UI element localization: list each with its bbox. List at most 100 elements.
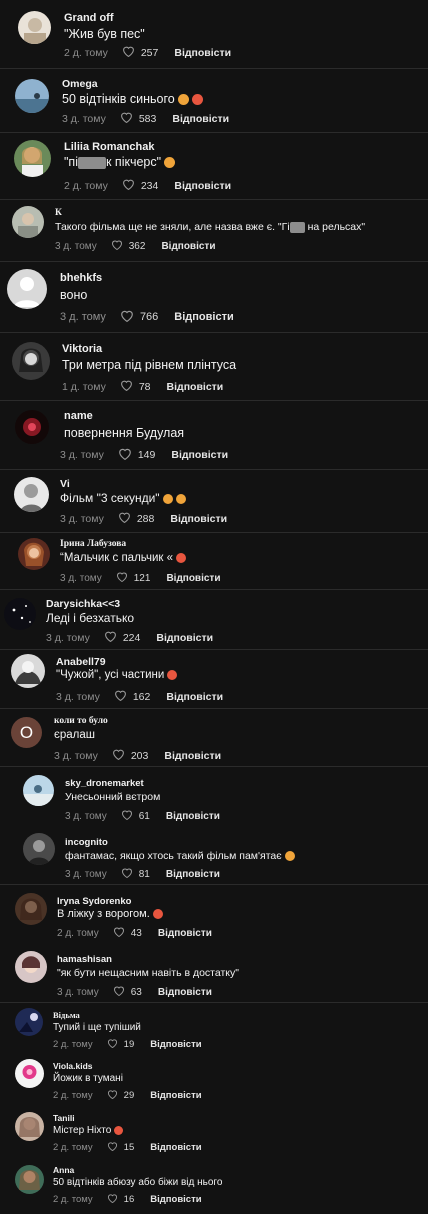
timestamp: 2 д. тому <box>53 1039 93 1050</box>
comment-meta: 1 д. тому 78 Відповісти <box>62 379 223 394</box>
username[interactable]: Iryna Sydorenko <box>57 896 131 907</box>
username[interactable]: sky_dronemarket <box>65 778 144 789</box>
heart-icon[interactable] <box>120 309 134 325</box>
avatar[interactable] <box>15 410 49 444</box>
like-count: 203 <box>130 749 149 762</box>
heart-icon[interactable] <box>120 379 133 394</box>
comment-text: Містер Ніхто <box>53 1125 124 1136</box>
username[interactable]: Ірина Лабузова <box>60 539 126 549</box>
username[interactable]: Anna <box>53 1165 74 1175</box>
comment-meta: 2 д. тому 43 Відповісти <box>57 926 212 940</box>
avatar[interactable] <box>7 269 47 309</box>
username[interactable]: Grand off <box>64 12 114 24</box>
heart-icon[interactable] <box>111 239 123 253</box>
comment-item: incognito фантамас, якщо хтось такий філ… <box>0 825 428 883</box>
reply-button[interactable]: Відповісти <box>172 113 229 125</box>
avatar[interactable] <box>15 893 47 925</box>
reply-button[interactable]: Відповісти <box>158 987 212 998</box>
avatar[interactable] <box>15 1059 44 1088</box>
avatar[interactable] <box>15 1008 43 1036</box>
comment-text-body: Три метра під рівнем плінтуса <box>62 358 237 372</box>
comment-item: bhehkfs воно 3 д. тому 766 Відповісти <box>0 262 428 332</box>
comment-text-body: Містер Ніхто <box>53 1125 112 1136</box>
avatar[interactable] <box>15 1165 44 1194</box>
username[interactable]: incognito <box>65 837 108 848</box>
comment-text: Фільм "3 секунди" <box>60 491 186 505</box>
avatar[interactable]: O <box>11 717 42 748</box>
reply-button[interactable]: Відповісти <box>164 750 221 762</box>
heart-icon[interactable] <box>121 809 133 823</box>
avatar[interactable] <box>15 79 49 113</box>
heart-icon[interactable] <box>107 1193 118 1206</box>
avatar[interactable] <box>18 538 50 570</box>
reply-button[interactable]: Відповісти <box>150 1194 201 1205</box>
avatar[interactable] <box>15 951 47 983</box>
heart-icon[interactable] <box>107 1141 118 1154</box>
username[interactable]: bhehkfs <box>60 272 102 284</box>
avatar[interactable] <box>23 775 54 806</box>
heart-icon[interactable] <box>118 511 131 526</box>
comment-text: Унесьонний вєтром <box>65 791 160 803</box>
heart-icon[interactable] <box>122 178 135 193</box>
like-count: 61 <box>138 810 150 822</box>
reply-button[interactable]: Відповісти <box>171 449 228 461</box>
reply-button[interactable]: Відповісти <box>166 573 220 584</box>
reply-button[interactable]: Відповісти <box>174 47 231 59</box>
username[interactable]: hamashisan <box>57 954 112 965</box>
avatar[interactable] <box>23 833 55 865</box>
comment-meta: 2 д. тому 29 Відповісти <box>53 1089 202 1102</box>
heart-icon[interactable] <box>107 1089 118 1102</box>
like-count: 224 <box>122 631 141 644</box>
avatar[interactable] <box>15 1112 44 1141</box>
reply-button[interactable]: Відповісти <box>150 1039 201 1050</box>
heart-icon[interactable] <box>112 748 125 763</box>
reply-button[interactable]: Відповісти <box>150 1090 201 1101</box>
username[interactable]: коли то було <box>54 716 108 726</box>
heart-icon[interactable] <box>113 985 125 999</box>
avatar[interactable] <box>14 140 51 177</box>
username[interactable]: К <box>55 208 62 218</box>
reply-button[interactable]: Відповісти <box>161 241 215 252</box>
heart-icon[interactable] <box>113 926 125 940</box>
reply-button[interactable]: Відповісти <box>174 180 231 192</box>
username[interactable]: Darysichka<<3 <box>46 598 120 610</box>
reply-button[interactable]: Відповісти <box>158 928 212 939</box>
reply-button[interactable]: Відповісти <box>166 811 220 822</box>
heart-icon[interactable] <box>114 689 127 704</box>
heart-icon[interactable] <box>116 571 128 585</box>
comment-text-body: Фільм "3 секунди" <box>60 491 160 505</box>
username[interactable]: Viola.kids <box>53 1061 93 1071</box>
comment-text-body: воно <box>60 288 88 302</box>
reply-button[interactable]: Відповісти <box>156 632 213 644</box>
username[interactable]: Відьма <box>53 1010 80 1020</box>
username[interactable]: Anabell79 <box>56 656 106 668</box>
username[interactable]: Omega <box>62 78 98 90</box>
username[interactable]: name <box>64 410 93 422</box>
reply-button[interactable]: Відповісти <box>166 869 220 880</box>
like-count: 362 <box>128 240 146 252</box>
avatar[interactable] <box>12 206 44 238</box>
reply-button[interactable]: Відповісти <box>174 311 233 323</box>
reply-button[interactable]: Відповісти <box>170 513 227 525</box>
timestamp: 3 д. тому <box>62 112 106 125</box>
heart-icon[interactable] <box>118 447 132 463</box>
username[interactable]: Vi <box>60 478 70 490</box>
reply-button[interactable]: Відповісти <box>167 381 224 393</box>
avatar[interactable] <box>14 477 49 512</box>
username[interactable]: Tanili <box>53 1113 75 1123</box>
heart-icon[interactable] <box>120 111 133 126</box>
reply-button[interactable]: Відповісти <box>166 691 223 703</box>
like-count: 583 <box>138 112 157 125</box>
avatar[interactable] <box>4 598 36 630</box>
avatar[interactable] <box>11 654 45 688</box>
heart-icon[interactable] <box>121 867 133 881</box>
heart-icon[interactable] <box>107 1038 118 1051</box>
heart-icon[interactable] <box>104 630 117 645</box>
username[interactable]: Liliia Romanchak <box>64 141 154 153</box>
reply-button[interactable]: Відповісти <box>150 1142 201 1153</box>
comment-text: “Мальчик с пальчик « <box>60 552 187 564</box>
heart-icon[interactable] <box>122 45 135 60</box>
avatar[interactable] <box>18 11 51 44</box>
avatar[interactable] <box>12 342 50 380</box>
username[interactable]: Viktoria <box>62 343 102 355</box>
